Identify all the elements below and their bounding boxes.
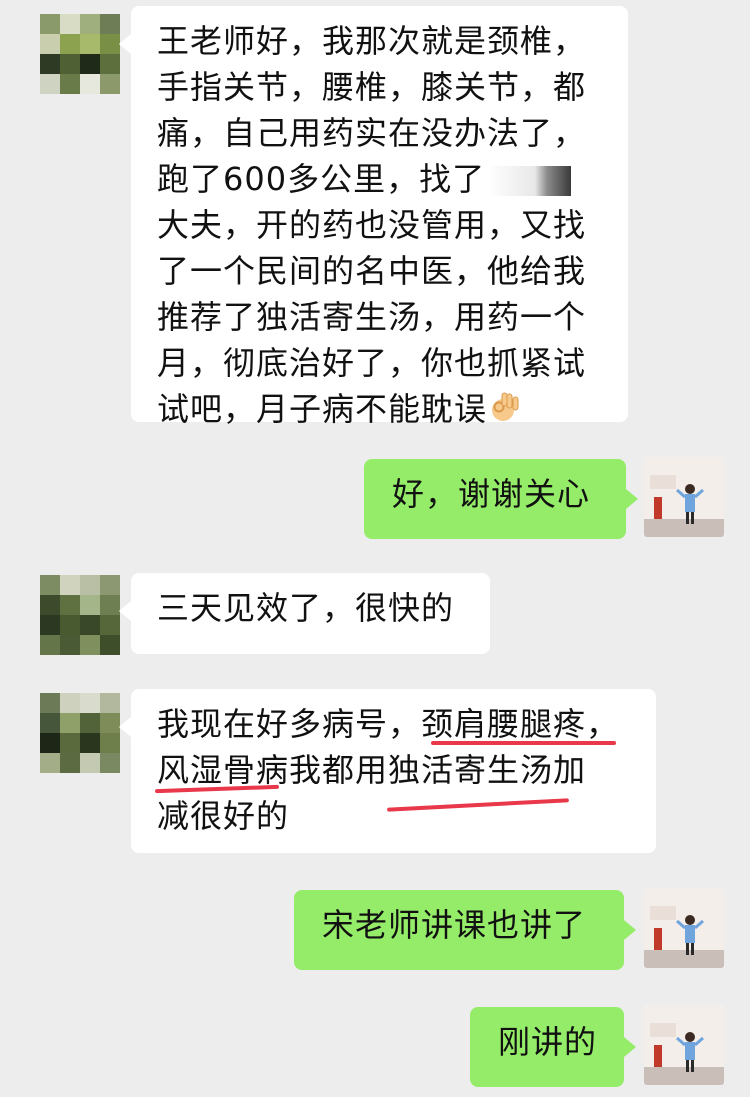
message-line-redacted: 跑了600多公里，找了 [157, 156, 604, 202]
user-avatar[interactable] [644, 1005, 724, 1085]
message-bubble[interactable]: 刚讲的 [470, 1007, 636, 1087]
message-line: 手指关节，腰椎，膝关节，都 [157, 68, 587, 106]
message-line: 试吧，月子病不能耽误 [157, 386, 604, 432]
message-text: 宋老师讲课也讲了 [322, 906, 587, 944]
message-line: 痛，自己用药实在没办法了， [157, 114, 587, 152]
message-bubble[interactable]: 好，谢谢关心 [364, 459, 638, 539]
redaction-block [491, 166, 572, 196]
ok-hand-icon [487, 390, 523, 426]
message-bubble[interactable]: 我现在好多病号，颈肩腰腿疼， 风湿骨病我都用独活寄生汤加 减很好的 [119, 689, 656, 853]
message-line: 月，彻底治好了，你也抓紧试 [157, 344, 587, 382]
contact-avatar[interactable] [40, 14, 120, 94]
message-bubble[interactable]: 宋老师讲课也讲了 [294, 890, 636, 970]
highlight-underline [431, 741, 616, 745]
contact-avatar[interactable] [40, 575, 120, 655]
user-avatar[interactable] [644, 457, 724, 537]
message-bubble[interactable]: 王老师好，我那次就是颈椎， 手指关节，腰椎，膝关节，都 痛，自己用药实在没办法了… [119, 6, 628, 428]
message-line: 了一个民间的名中医，他给我 [157, 252, 587, 290]
user-avatar[interactable] [644, 888, 724, 968]
message-line: 推荐了独活寄生汤，用药一个 [157, 298, 587, 336]
message-line: 王老师好，我那次就是颈椎， [157, 22, 587, 60]
contact-avatar[interactable] [40, 693, 120, 773]
message-text: 刚讲的 [498, 1023, 598, 1061]
message-line: 大夫，开的药也没管用，又找 [157, 206, 587, 244]
message-text: 三天见效了，很快的 [157, 589, 455, 627]
message-bubble[interactable]: 三天见效了，很快的 [119, 573, 490, 654]
message-text: 好，谢谢关心 [392, 475, 591, 513]
